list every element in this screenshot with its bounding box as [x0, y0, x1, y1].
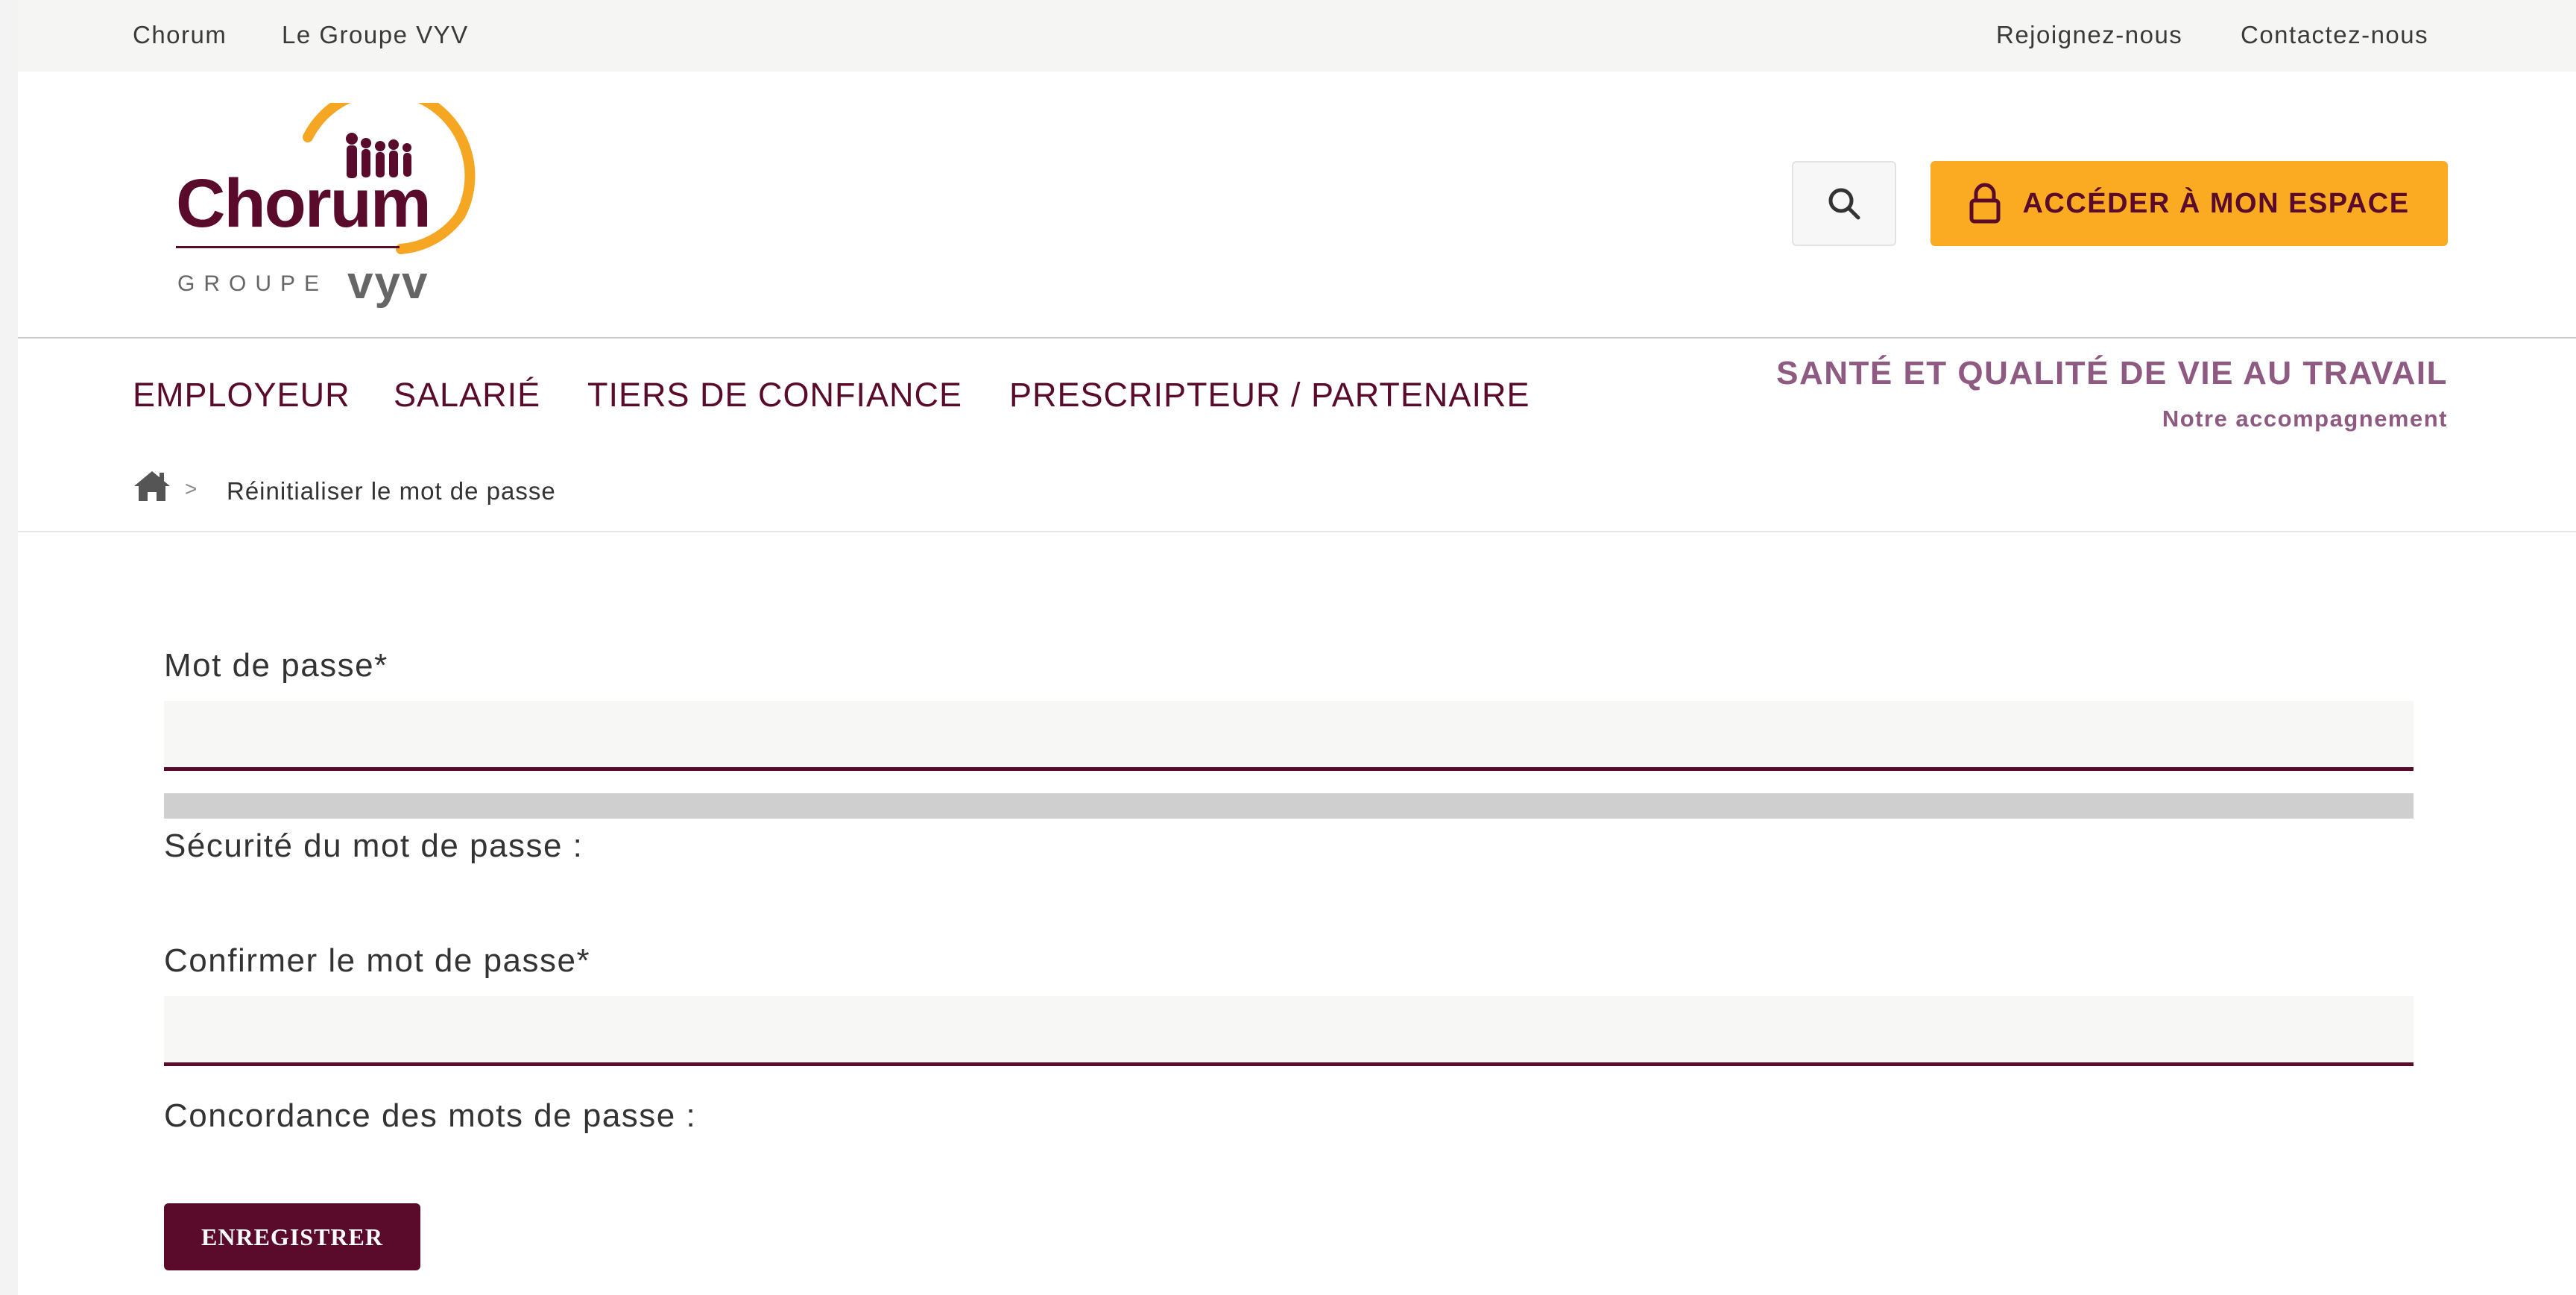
save-button[interactable]: ENREGISTRER — [164, 1203, 420, 1270]
lock-icon — [1969, 183, 2001, 224]
confirm-password-label: Confirmer le mot de passe* — [164, 942, 591, 979]
nav-sqvt-subtitle[interactable]: Notre accompagnement — [2162, 406, 2448, 432]
page: Chorum Le Groupe VYV Rejoignez-nous Cont… — [18, 0, 2576, 1295]
password-label: Mot de passe* — [164, 647, 388, 684]
chorum-logo-graphic: Chorum GROUPE vyv — [176, 85, 476, 309]
nav-item-salarie[interactable]: SALARIÉ — [394, 376, 540, 415]
topbar-link-join[interactable]: Rejoignez-nous — [1996, 21, 2182, 49]
nav-item-tiers-de-confiance[interactable]: TIERS DE CONFIANCE — [587, 376, 962, 415]
nav-item-employeur[interactable]: EMPLOYEUR — [133, 376, 350, 415]
nav-item-prescripteur-partenaire[interactable]: PRESCRIPTEUR / PARTENAIRE — [1009, 376, 1530, 415]
topbar-link-contact[interactable]: Contactez-nous — [2241, 21, 2428, 49]
password-strength-bar — [164, 793, 2414, 819]
topbar-link-groupe-vyv[interactable]: Le Groupe VYV — [282, 21, 469, 49]
search-button[interactable] — [1792, 161, 1896, 246]
header-divider — [18, 337, 2576, 338]
home-icon — [134, 471, 170, 501]
logo-group-prefix: GROUPE — [177, 271, 328, 296]
breadcrumb-divider — [18, 531, 2576, 532]
password-input[interactable] — [164, 701, 2414, 771]
password-match-label: Concordance des mots de passe : — [164, 1097, 697, 1134]
confirm-password-input[interactable] — [164, 996, 2414, 1066]
topbar-link-chorum[interactable]: Chorum — [133, 21, 227, 49]
logo-group-name: vyv — [347, 257, 429, 309]
breadcrumb-separator: > — [185, 477, 198, 500]
nav-sqvt-title[interactable]: SANTÉ ET QUALITÉ DE VIE AU TRAVAIL — [1776, 355, 2448, 392]
access-my-space-label: ACCÉDER À MON ESPACE — [2022, 187, 2410, 219]
chorum-logo[interactable]: Chorum GROUPE vyv — [155, 85, 483, 312]
top-utility-bar: Chorum Le Groupe VYV Rejoignez-nous Cont… — [18, 0, 2576, 72]
breadcrumb-home-link[interactable] — [133, 470, 171, 502]
breadcrumb-current-page: Réinitialiser le mot de passe — [227, 477, 556, 505]
access-my-space-button[interactable]: ACCÉDER À MON ESPACE — [1931, 161, 2448, 246]
logo-wordmark: Chorum — [176, 166, 430, 242]
search-icon — [1828, 188, 1860, 220]
password-strength-label: Sécurité du mot de passe : — [164, 828, 584, 864]
